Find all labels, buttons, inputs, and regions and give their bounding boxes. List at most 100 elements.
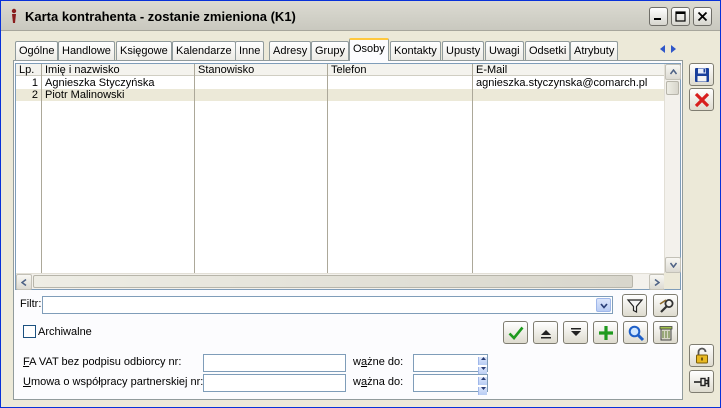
preview-button[interactable]: [623, 321, 648, 344]
arrow-down-icon: [480, 387, 486, 390]
filter-label: Filtr:: [20, 298, 42, 310]
arrow-up-icon: [541, 330, 551, 339]
table-row[interactable]: 1 Agnieszka Styczyńska agnieszka.styczyn…: [16, 77, 665, 89]
cell-lp: 2: [31, 89, 38, 101]
scroll-down-button[interactable]: [665, 257, 681, 273]
arrow-left-icon: [21, 279, 27, 286]
filter-combo[interactable]: [42, 296, 613, 314]
arrow-right-icon: [654, 279, 660, 286]
save-button[interactable]: [689, 63, 714, 86]
add-button[interactable]: [593, 321, 618, 344]
tab-upusty[interactable]: Upusty: [442, 41, 485, 60]
fa-vat-label-text: A VAT bez podpisu odbiorcy nr:: [29, 356, 182, 368]
spin-up[interactable]: [478, 357, 487, 365]
umowa-label-shortcut: U: [23, 376, 31, 388]
person-icon: [11, 8, 17, 23]
tab-osoby[interactable]: Osoby: [349, 38, 389, 61]
window-title: Karta kontrahenta - zostanie zmieniona (…: [25, 9, 296, 24]
fa-vat-valid-label-text: żne do:: [367, 356, 404, 368]
column-header-name[interactable]: Imię i nazwisko: [42, 64, 195, 76]
filter-builder-button[interactable]: [653, 294, 678, 317]
tab-ksiegowe[interactable]: Księgowe: [116, 41, 172, 60]
tab-kontakty[interactable]: Kontakty: [390, 41, 441, 60]
arrow-up-icon: [480, 377, 486, 380]
close-icon: [697, 11, 708, 22]
cancel-button[interactable]: [689, 88, 714, 111]
cell-lp: 1: [31, 77, 38, 89]
column-divider: [41, 76, 42, 273]
arrow-up-icon: [480, 357, 486, 360]
tab-scroll-right-icon[interactable]: [668, 44, 678, 54]
arrow-down-icon: [571, 328, 581, 336]
delete-button[interactable]: [653, 321, 678, 344]
cell-email: [476, 89, 665, 101]
checkmark-icon: [508, 326, 524, 340]
horizontal-scrollbar[interactable]: [16, 273, 665, 290]
tab-adresy[interactable]: Adresy: [269, 41, 312, 60]
fa-vat-input[interactable]: [203, 354, 346, 372]
archive-checkbox[interactable]: [23, 325, 36, 338]
umowa-label-text: mowa o współpracy partnerskiej nr:: [30, 376, 204, 388]
spin-down[interactable]: [478, 387, 487, 395]
tab-kalendarze[interactable]: Kalendarze: [172, 41, 236, 60]
tab-inne[interactable]: Inne: [235, 41, 265, 60]
arrow-down-icon: [480, 367, 486, 370]
vertical-scrollbar[interactable]: [664, 64, 681, 273]
fa-vat-valid-label-pre: w: [353, 356, 361, 368]
apply-filter-button[interactable]: [622, 294, 647, 317]
cell-name: Agnieszka Styczyńska: [45, 77, 155, 89]
pin-icon: [694, 377, 710, 387]
column-header-email[interactable]: E-Mail: [473, 64, 665, 76]
tab-atrybuty[interactable]: Atrybuty: [570, 41, 619, 60]
cell-phone: [331, 77, 471, 89]
column-divider: [472, 76, 473, 273]
magnifier-icon: [628, 325, 645, 342]
wrench-icon: [659, 299, 674, 313]
tab-handlowe[interactable]: Handlowe: [58, 41, 115, 60]
title-bar[interactable]: Karta kontrahenta - zostanie zmieniona (…: [1, 1, 720, 31]
arrow-up-icon: [670, 69, 677, 75]
window: Karta kontrahenta - zostanie zmieniona (…: [0, 0, 721, 408]
persons-grid[interactable]: Lp. Imię i nazwisko Stanowisko Telefon E…: [15, 63, 681, 290]
pin-button[interactable]: [689, 370, 714, 393]
fa-vat-label: FA VAT bez podpisu odbiorcy nr:: [23, 356, 181, 368]
cell-email: agnieszka.styczynska@comarch.pl: [476, 77, 648, 89]
umowa-valid-date[interactable]: [413, 374, 488, 395]
tab-ogolne[interactable]: Ogólne: [15, 41, 59, 60]
tab-scroll-left-icon[interactable]: [658, 44, 668, 54]
umowa-input[interactable]: [203, 374, 346, 392]
move-down-button[interactable]: [563, 321, 588, 344]
accept-button[interactable]: [503, 321, 528, 344]
umowa-valid-label-pre: w: [353, 376, 361, 388]
close-button[interactable]: [693, 7, 712, 26]
scroll-left-button[interactable]: [16, 274, 32, 290]
umowa-label: Umowa o współpracy partnerskiej nr:: [23, 376, 203, 388]
fa-vat-date-spinner[interactable]: [478, 355, 487, 375]
move-up-button[interactable]: [533, 321, 558, 344]
tab-uwagi[interactable]: Uwagi: [485, 41, 524, 60]
spin-up[interactable]: [478, 377, 487, 385]
vertical-scroll-thumb[interactable]: [666, 81, 679, 95]
close-icon: [694, 92, 710, 108]
column-header-lp[interactable]: Lp.: [16, 64, 42, 76]
tab-grupy[interactable]: Grupy: [311, 41, 349, 60]
maximize-button[interactable]: [671, 7, 690, 26]
column-header-position[interactable]: Stanowisko: [195, 64, 328, 76]
table-row[interactable]: 2 Piotr Malinowski: [16, 89, 665, 101]
fa-vat-valid-date[interactable]: [413, 354, 488, 375]
minimize-button[interactable]: [649, 7, 668, 26]
unlock-button[interactable]: [689, 344, 714, 367]
scroll-up-button[interactable]: [665, 64, 681, 80]
scroll-right-button[interactable]: [649, 274, 665, 290]
floppy-disk-icon: [695, 68, 709, 82]
arrow-down-icon: [670, 262, 677, 268]
plus-icon: [599, 326, 613, 340]
column-divider: [327, 76, 328, 273]
column-header-phone[interactable]: Telefon: [328, 64, 473, 76]
filter-dropdown-button[interactable]: [596, 298, 611, 312]
tab-odsetki[interactable]: Odsetki: [525, 41, 571, 60]
umowa-date-spinner[interactable]: [478, 375, 487, 395]
funnel-icon: [626, 299, 644, 313]
column-divider: [194, 76, 195, 273]
horizontal-scroll-thumb[interactable]: [33, 275, 633, 288]
